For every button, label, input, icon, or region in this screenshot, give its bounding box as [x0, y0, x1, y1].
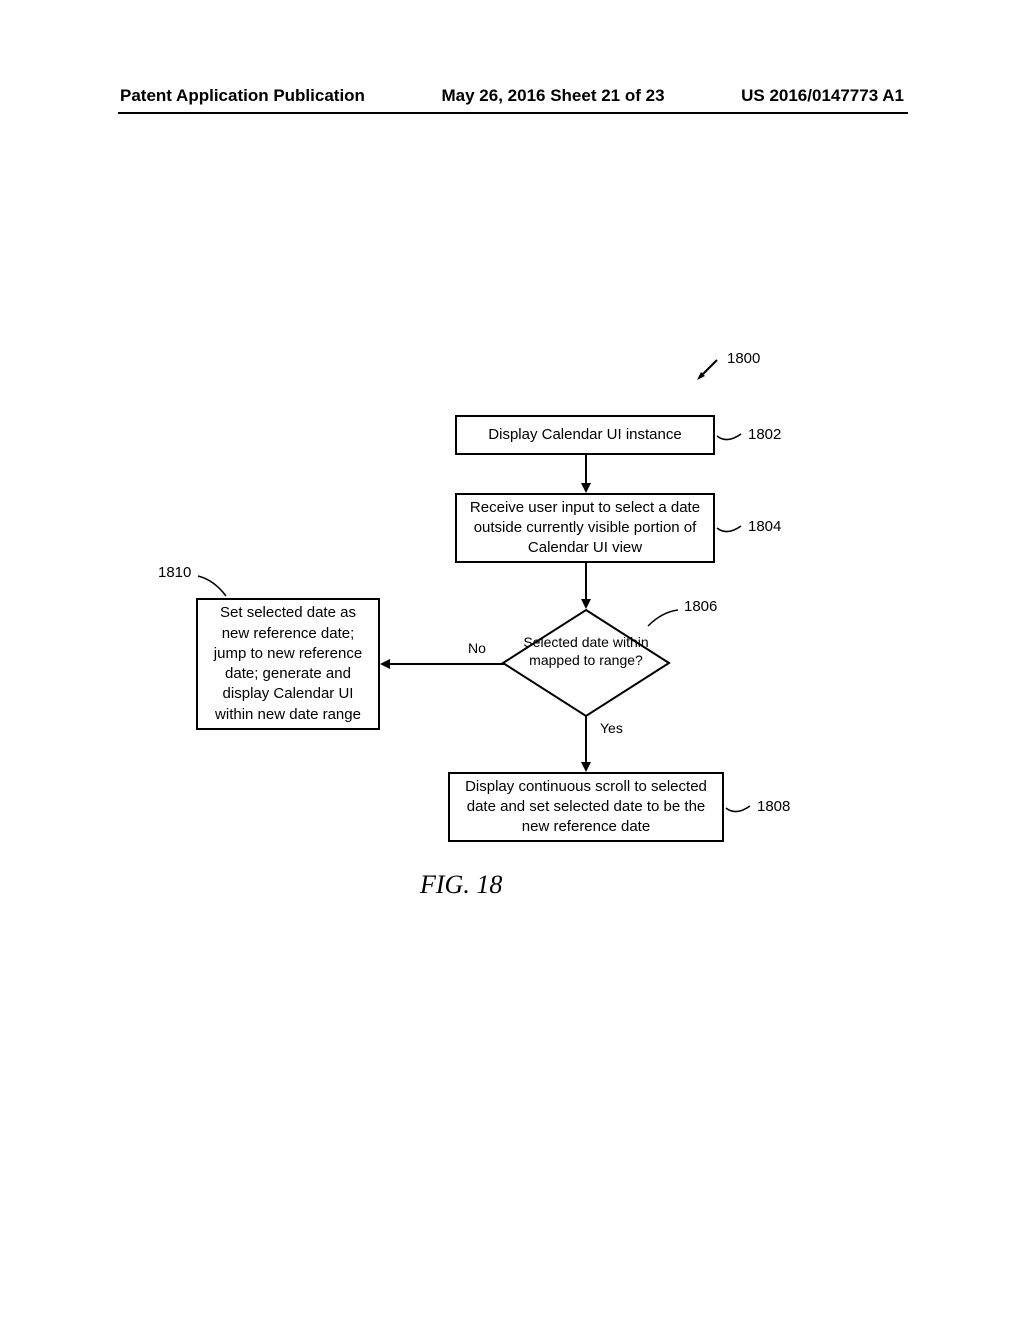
decision-1806-text: Selected date within mapped to range?: [501, 633, 671, 669]
ref-1808-connector: [724, 800, 754, 816]
ref-1800-arrow: [695, 356, 721, 382]
arrow-1804-1806: [580, 563, 592, 611]
ref-1806: 1806: [684, 598, 717, 615]
ref-1810: 1810: [158, 564, 191, 581]
ref-1800: 1800: [727, 350, 760, 367]
arrow-1806-1808: [580, 716, 592, 774]
header-right: US 2016/0147773 A1: [741, 86, 904, 106]
ref-1808: 1808: [757, 798, 790, 815]
box-1808-text: Display continuous scroll to selected da…: [460, 777, 712, 838]
box-set-new-reference: Set selected date as new reference date;…: [196, 598, 380, 730]
ref-1802-connector: [715, 428, 745, 444]
box-1804-text: Receive user input to select a date outs…: [467, 498, 703, 559]
ref-1806-connector: [646, 608, 682, 632]
ref-1804-connector: [715, 520, 745, 536]
box-1810-text: Set selected date as new reference date;…: [208, 603, 368, 725]
arrow-1806-1810: [378, 657, 508, 671]
header-center: May 26, 2016 Sheet 21 of 23: [442, 86, 665, 106]
ref-1804: 1804: [748, 518, 781, 535]
label-no: No: [468, 640, 486, 656]
box-display-calendar-ui: Display Calendar UI instance: [455, 415, 715, 455]
ref-1802: 1802: [748, 426, 781, 443]
header-rule: [118, 112, 908, 114]
box-continuous-scroll: Display continuous scroll to selected da…: [448, 772, 724, 842]
figure-label: FIG. 18: [420, 870, 502, 900]
box-receive-user-input: Receive user input to select a date outs…: [455, 493, 715, 563]
page-header: Patent Application Publication May 26, 2…: [0, 86, 1024, 106]
box-1802-text: Display Calendar UI instance: [488, 425, 681, 445]
label-yes: Yes: [600, 720, 623, 736]
header-left: Patent Application Publication: [120, 86, 365, 106]
ref-1810-connector: [196, 572, 232, 600]
arrow-1802-1804: [580, 455, 592, 495]
